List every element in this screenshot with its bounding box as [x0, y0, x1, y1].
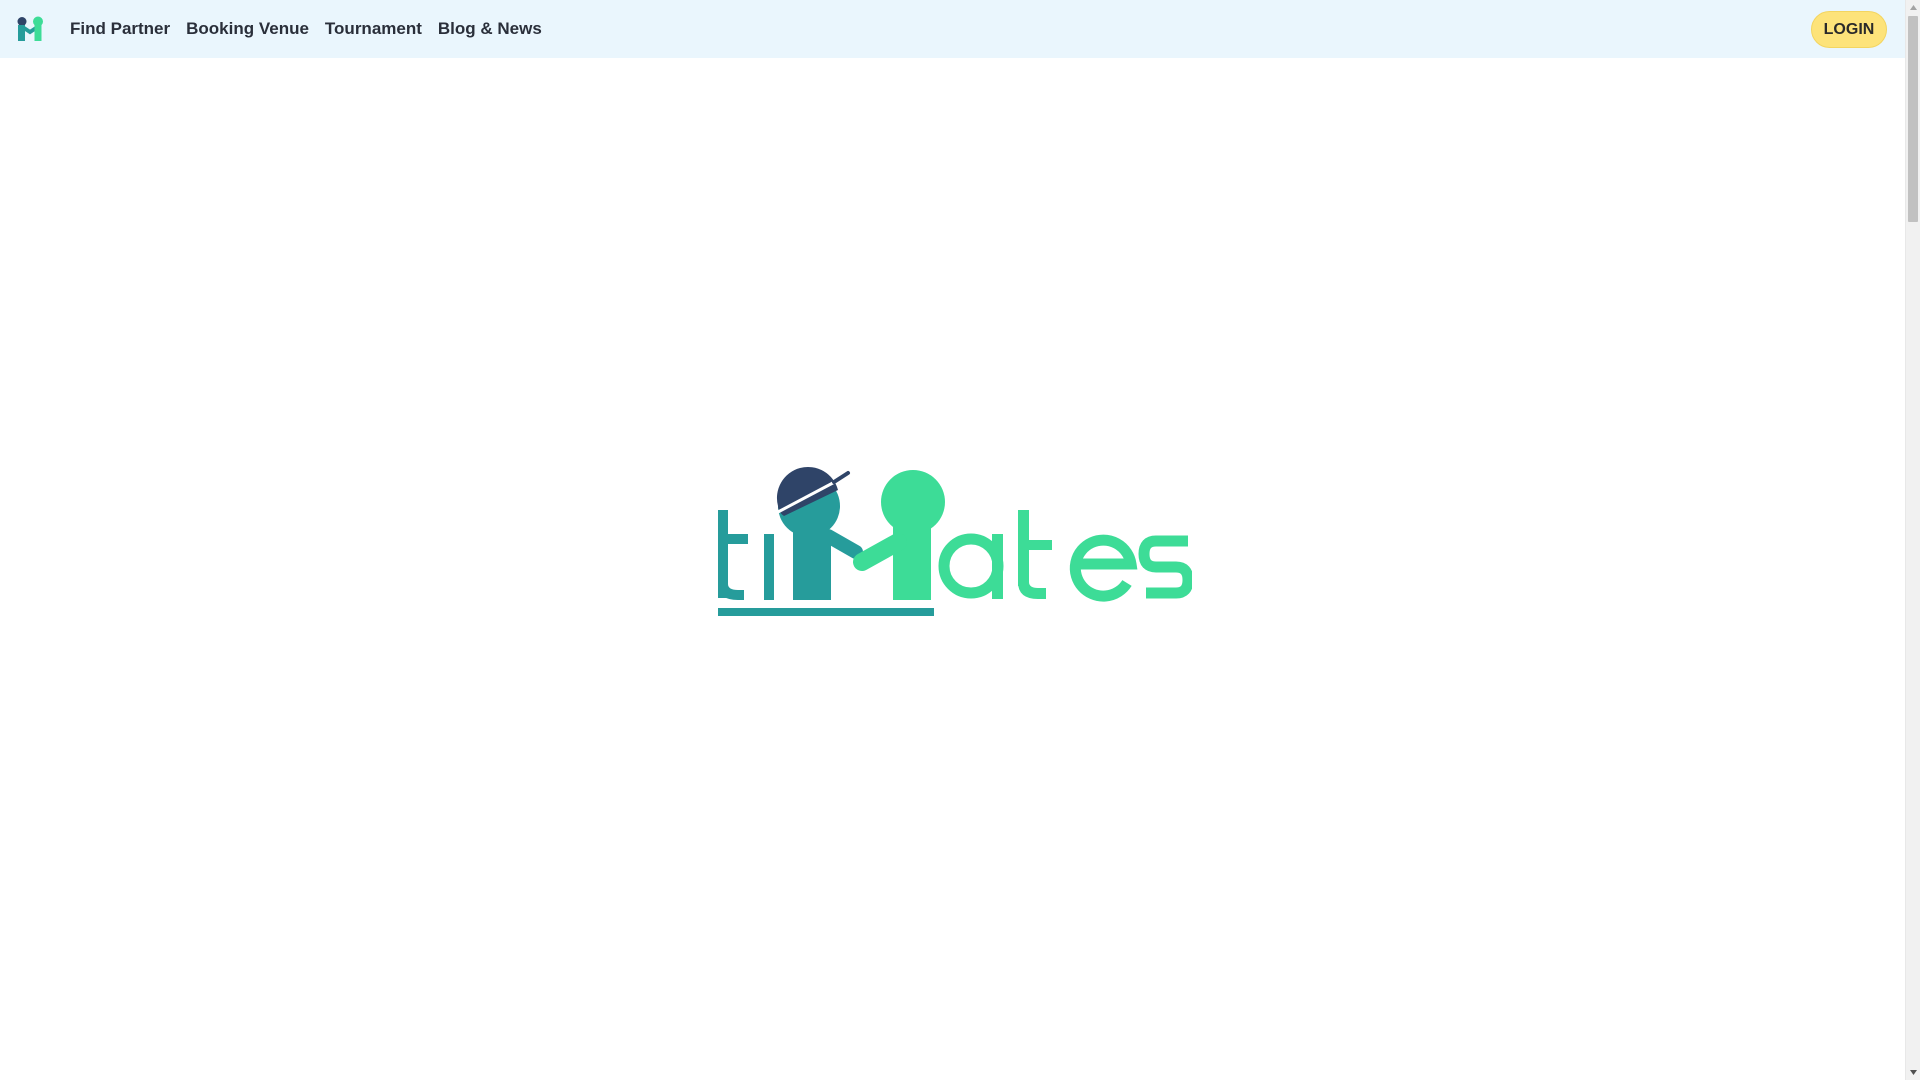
scrollbar-thumb[interactable]: [1908, 16, 1918, 222]
nav-find-partner[interactable]: Find Partner: [70, 19, 170, 39]
page: Find Partner Booking Venue Tournament Bl…: [0, 0, 1920, 1080]
nav-tournament[interactable]: Tournament: [325, 19, 422, 39]
nav-booking-venue[interactable]: Booking Venue: [186, 19, 309, 39]
logo-person-right: [853, 470, 945, 600]
logo-letter-e: [1069, 534, 1138, 602]
logo-underline: [718, 608, 934, 616]
login-button[interactable]: LOGIN: [1811, 11, 1887, 48]
logo-letter-s: [1138, 535, 1192, 599]
main-nav: Find Partner Booking Venue Tournament Bl…: [70, 0, 542, 58]
logo-letter-i: [764, 534, 774, 600]
nav-blog-news[interactable]: Blog & News: [438, 19, 542, 39]
logo-person-left: [776, 466, 863, 600]
scroll-down-icon[interactable]: [1906, 1065, 1920, 1080]
timates-mini-logo-icon[interactable]: [15, 16, 45, 42]
scroll-up-icon[interactable]: [1906, 0, 1920, 15]
logo-letter-a: [938, 533, 1004, 599]
vertical-scrollbar[interactable]: [1905, 0, 1920, 1080]
logo-letter-t2: [1018, 510, 1052, 599]
logo-letter-t: [718, 510, 748, 600]
timates-logo: [718, 466, 1192, 616]
top-navbar: Find Partner Booking Venue Tournament Bl…: [0, 0, 1905, 58]
